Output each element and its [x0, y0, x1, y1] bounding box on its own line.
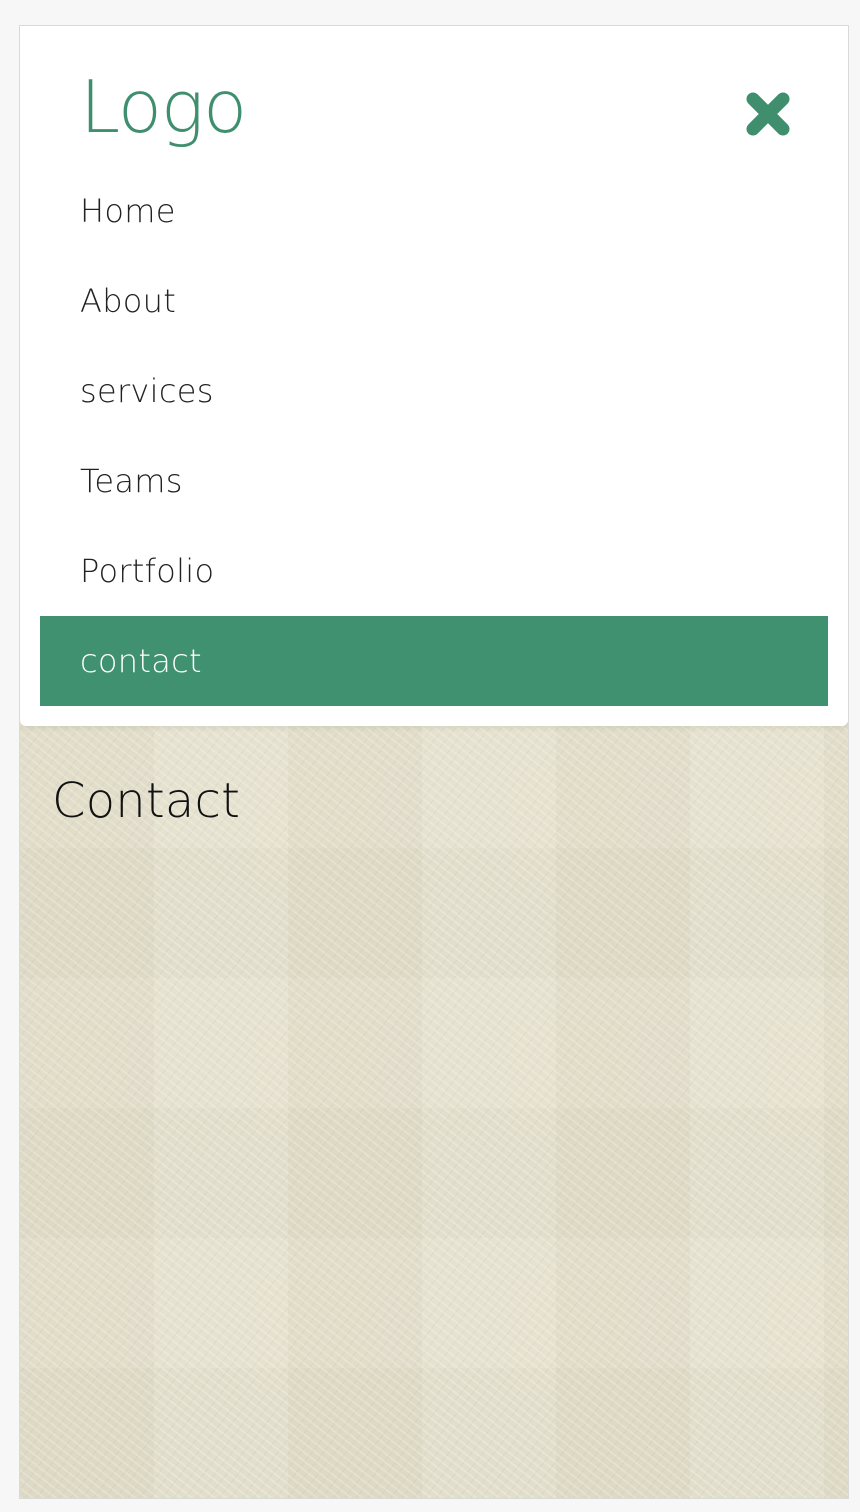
nav-list: Home About services Teams Portfolio cont…	[40, 166, 828, 706]
page-frame: Logo Home About services Teams Portfolio	[19, 25, 849, 1499]
nav-item-label: Home	[80, 192, 176, 230]
nav-item-portfolio[interactable]: Portfolio	[40, 526, 828, 616]
nav-item-about[interactable]: About	[40, 256, 828, 346]
nav-item-services[interactable]: services	[40, 346, 828, 436]
section-heading: Contact	[52, 773, 241, 829]
close-menu-button[interactable]	[738, 84, 798, 144]
nav-item-label: contact	[80, 642, 202, 680]
nav-item-label: Portfolio	[80, 552, 215, 590]
nav-item-teams[interactable]: Teams	[40, 436, 828, 526]
nav-item-home[interactable]: Home	[40, 166, 828, 256]
nav-item-label: About	[80, 282, 177, 320]
nav-item-label: Teams	[80, 462, 183, 500]
nav-item-label: services	[80, 372, 214, 410]
logo[interactable]: Logo	[80, 62, 247, 152]
close-icon	[746, 92, 790, 136]
nav-item-contact[interactable]: contact	[40, 616, 828, 706]
page: { "header": { "logo_text": "Logo", "clos…	[0, 0, 860, 1512]
mobile-nav-menu: Logo Home About services Teams Portfolio	[20, 26, 848, 726]
